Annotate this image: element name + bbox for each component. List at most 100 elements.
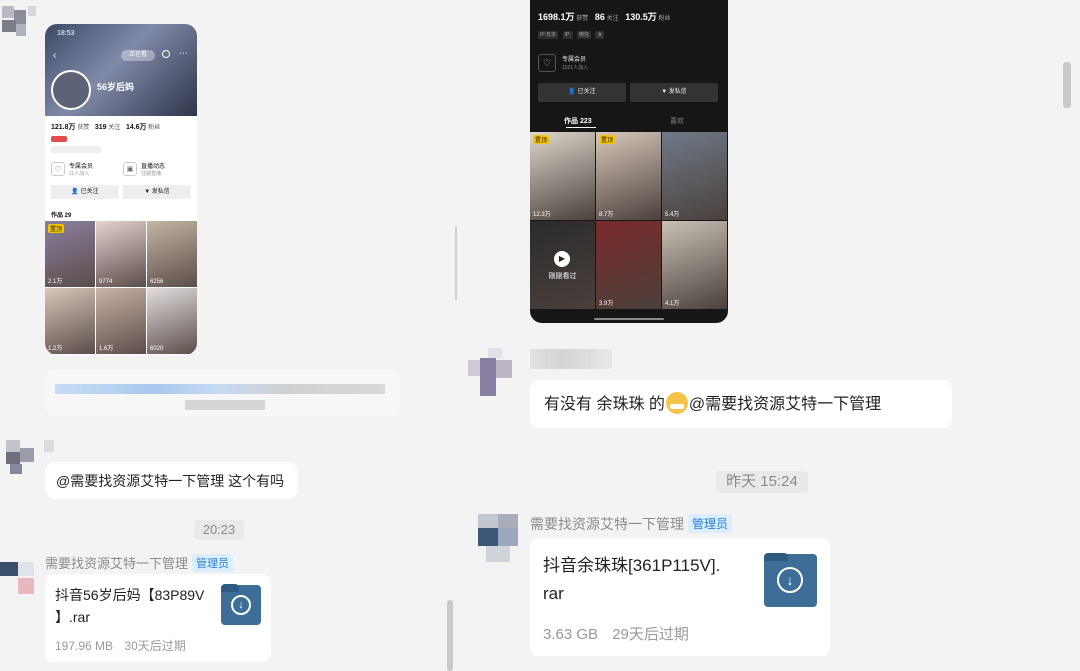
play-icon: ▶ (554, 251, 570, 267)
grin-emoji-icon (665, 392, 688, 414)
video-thumbnail[interactable]: 5.4万 (662, 132, 727, 220)
member-entry[interactable]: ♡ 专属会员 11人加入 (51, 160, 121, 178)
message-bubble[interactable]: 有没有 余珠珠 的 @需要找资源艾特一下管理 (530, 380, 952, 428)
tag-chips: IP:日本 IP: 微信 女 (538, 31, 605, 39)
live-label: 直播动态 (141, 164, 166, 170)
file-name: 抖音56岁后妈【83P89V 】.rar (55, 584, 204, 628)
message-button-label: 发私信 (668, 89, 687, 95)
download-icon[interactable]: ↓ (764, 553, 817, 607)
video-thumbnail[interactable]: ▶ 刚刚看过 (530, 221, 595, 309)
right-chat-pane: 1698.1万 获赞 86 关注 130.5万 粉丝 IP:日本 IP: 微信 … (458, 0, 1080, 671)
view-count: 1.6万 (99, 346, 114, 352)
profile-avatar (51, 70, 91, 110)
works-tab-underline (566, 127, 596, 128)
more-icon[interactable]: ⋯ (179, 48, 188, 59)
left-scrollbar[interactable] (447, 600, 453, 671)
member-label: 专属会员 (69, 164, 94, 170)
sender-label: 需要找资源艾特一下管理 (530, 516, 684, 532)
message-bubble-pixelated (45, 370, 400, 416)
tag-chip: IP:日本 (538, 31, 559, 39)
stat-following-label: 关注 (606, 16, 619, 22)
video-thumbnail[interactable]: 1.6万 (96, 288, 146, 354)
right-scrollbar[interactable] (1063, 62, 1071, 108)
home-indicator (594, 318, 664, 320)
member-label: 专属会员 (562, 57, 587, 63)
time-separator: 20:23 (194, 520, 244, 540)
back-icon[interactable]: ‹ (53, 50, 56, 61)
follow-button[interactable]: 👤 已关注 (51, 185, 119, 199)
file-message-card[interactable]: 抖音余珠珠[361P115V]. rar 3.63 GB 29天后过期 ↓ (530, 538, 830, 656)
stat-followers-num: 130.5万 (625, 12, 657, 22)
profile-name: 56岁后妈 (97, 82, 135, 92)
avatar[interactable] (0, 558, 40, 598)
view-count: 12.3万 (533, 212, 551, 218)
message-button[interactable]: ▼ 发私信 (123, 185, 191, 199)
file-size: 3.63 GB (543, 626, 599, 643)
watching-chip: 正在看 (121, 50, 155, 61)
view-count: 5.4万 (665, 212, 680, 218)
video-thumbnail[interactable]: 4.1万 (662, 221, 727, 309)
message-bubble[interactable]: @需要找资源艾特一下管理 这个有吗 (45, 462, 298, 499)
video-thumbnail[interactable]: 置顶 2.1万 (45, 221, 95, 287)
view-count: 8.7万 (599, 212, 614, 218)
works-tab[interactable]: 作品 223 (564, 116, 592, 126)
sender-label: 需要找资源艾特一下管理 (45, 556, 189, 571)
sender-name: 需要找资源艾特一下管理 管理员 (45, 553, 234, 572)
pinned-tag: 置顶 (599, 135, 616, 144)
admin-badge: 管理员 (192, 554, 234, 572)
member-sub: 11人加入 (69, 171, 90, 177)
message-button[interactable]: ▼ 发私信 (630, 83, 718, 102)
download-icon[interactable]: ↓ (221, 584, 261, 625)
live-icon: ▣ (123, 162, 137, 176)
video-thumbnail[interactable]: 3.9万 (596, 221, 661, 309)
view-count: 2.1万 (48, 279, 63, 285)
stat-followers-num: 14.6万 (125, 124, 147, 131)
video-thumbnail[interactable]: 置顶 8.7万 (596, 132, 661, 220)
view-count: 6020 (150, 346, 164, 352)
stat-following-num: 319 (94, 124, 107, 131)
view-count: 4.1万 (665, 301, 680, 307)
pane-divider[interactable] (455, 226, 457, 300)
avatar[interactable] (468, 348, 528, 398)
file-message-card[interactable]: 抖音56岁后妈【83P89V 】.rar 197.96 MB 30天后过期 ↓ (45, 574, 271, 662)
video-thumbnail[interactable]: 9774 (96, 221, 146, 287)
member-entry[interactable]: ♡ 专属会员 1621人加入 (538, 52, 638, 74)
tag-chips (51, 146, 101, 153)
stat-following-num: 86 (594, 12, 605, 22)
file-meta: 3.63 GB 29天后过期 (543, 623, 689, 644)
stat-likes-num: 1698.1万 (538, 12, 575, 22)
file-expiry: 29天后过期 (612, 626, 689, 643)
stat-followers-label: 粉丝 (658, 16, 671, 22)
screenshot-image[interactable]: 18:53 ‹ 正在看 ⋯ 56岁后妈 121.8万 获赞 319 关注 14.… (45, 24, 197, 355)
search-icon[interactable] (162, 50, 170, 58)
heart-icon: ♡ (51, 162, 65, 176)
works-tab[interactable]: 作品 29 (51, 210, 71, 219)
sender-name: 需要找资源艾特一下管理 管理员 (530, 514, 733, 534)
follow-button[interactable]: 👤 已关注 (538, 83, 626, 102)
profile-stats: 121.8万 获赞 319 关注 14.6万 粉丝 (51, 122, 195, 132)
video-thumbnail[interactable]: 6020 (147, 288, 197, 354)
tag-chip: 女 (595, 31, 605, 39)
stat-likes-num: 121.8万 (51, 124, 76, 131)
file-name-line2: rar (543, 584, 564, 603)
message-text: 有没有 余珠珠 的 @需要找资源艾特一下管理 (544, 392, 881, 417)
video-thumbnail[interactable]: 6256 (147, 221, 197, 287)
avatar[interactable] (0, 440, 54, 476)
pinned-tag: 置顶 (533, 135, 550, 144)
view-count: 3.9万 (599, 301, 614, 307)
live-entry[interactable]: ▣ 直播动态 往期直播 (123, 160, 193, 178)
likes-tab[interactable]: 喜欢 (670, 116, 684, 126)
profile-stats: 1698.1万 获赞 86 关注 130.5万 粉丝 (538, 10, 728, 23)
stat-likes-label: 获赞 (576, 16, 589, 22)
avatar[interactable] (0, 6, 40, 42)
stat-following-label: 关注 (108, 125, 121, 131)
file-size: 197.96 MB (55, 639, 114, 653)
avatar[interactable] (478, 512, 520, 564)
heart-icon: ♡ (538, 54, 556, 72)
file-meta: 197.96 MB 30天后过期 (55, 637, 186, 654)
watching-chip-label: 正在看 (128, 52, 147, 58)
screenshot-image[interactable]: 1698.1万 获赞 86 关注 130.5万 粉丝 IP:日本 IP: 微信 … (530, 0, 728, 323)
video-thumbnail[interactable]: 置顶 12.3万 (530, 132, 595, 220)
video-thumbnail[interactable]: 1.2万 (45, 288, 95, 354)
bio-emoji (51, 136, 67, 142)
